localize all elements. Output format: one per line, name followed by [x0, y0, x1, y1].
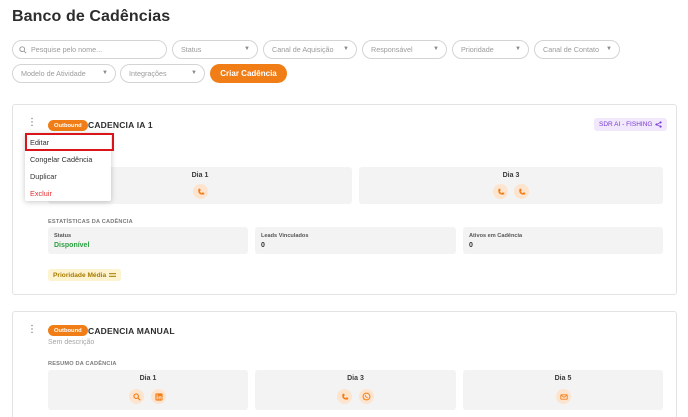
- cadence-description: Sem descrição: [48, 339, 95, 346]
- priority-equal-icon: [109, 273, 117, 277]
- phone-icon: [493, 184, 508, 199]
- integracoes-filter-label: Integrações: [129, 69, 167, 78]
- modelo-atividade-filter-label: Modelo de Atividade: [21, 69, 86, 78]
- stat-value: 0: [261, 242, 265, 249]
- day-box: Dia 3: [255, 370, 456, 410]
- prioridade-filter[interactable]: Prioridade ▼: [452, 40, 529, 59]
- outbound-badge: Outbound: [48, 120, 88, 131]
- stat-value: Disponível: [54, 242, 90, 249]
- cadence-title: CADENCIA MANUAL: [88, 326, 175, 336]
- summary-section-label: RESUMO DA CADÊNCIA: [48, 361, 117, 367]
- day-label: Dia 5: [554, 375, 572, 382]
- sdr-ai-tag-label: SDR AI - FISHING: [599, 121, 653, 128]
- stat-value: 0: [469, 242, 473, 249]
- create-cadence-button[interactable]: Criar Cadência: [210, 64, 287, 83]
- highlight-box: [25, 133, 114, 151]
- chevron-down-icon: ▼: [606, 46, 612, 52]
- kebab-menu-icon[interactable]: ⋮: [27, 118, 37, 128]
- chevron-down-icon: ▼: [343, 46, 349, 52]
- responsavel-filter-label: Responsável: [371, 45, 413, 54]
- kebab-menu-icon[interactable]: ⋮: [27, 325, 37, 335]
- whatsapp-icon: [359, 389, 374, 404]
- phone-icon: [514, 184, 529, 199]
- day-box: Dia 5: [463, 370, 663, 410]
- stat-box: Leads Vinculados 0: [255, 227, 456, 254]
- stat-box: Status Disponível: [48, 227, 248, 254]
- search-icon: [129, 389, 144, 404]
- mail-icon: [556, 389, 571, 404]
- responsavel-filter[interactable]: Responsável ▼: [362, 40, 447, 59]
- cadence-card: ⋮ Outbound CADENCIA MANUAL Sem descrição…: [12, 311, 677, 417]
- chevron-down-icon: ▼: [433, 46, 439, 52]
- day-box: Dia 3: [359, 167, 663, 204]
- stat-box: Ativos em Cadência 0: [463, 227, 663, 254]
- menu-item-delete[interactable]: Excluir: [30, 189, 52, 198]
- day-label: Dia 3: [347, 375, 364, 382]
- phone-icon: [337, 389, 352, 404]
- share-icon: [655, 121, 663, 128]
- page-title: Banco de Cadências: [12, 8, 171, 25]
- canal-contato-filter[interactable]: Canal de Contato ▼: [534, 40, 620, 59]
- stats-section-label: ESTATÍSTICAS DA CADÊNCIA: [48, 219, 133, 225]
- menu-item-duplicate[interactable]: Duplicar: [30, 172, 57, 181]
- integracoes-filter[interactable]: Integrações ▼: [120, 64, 205, 83]
- canal-aquisicao-filter[interactable]: Canal de Aquisição ▼: [263, 40, 357, 59]
- phone-icon: [193, 184, 208, 199]
- status-filter-label: Status: [181, 45, 202, 54]
- cadence-title: CADENCIA IA 1: [88, 120, 153, 130]
- chevron-down-icon: ▼: [515, 46, 521, 52]
- canal-aquisicao-filter-label: Canal de Aquisição: [272, 45, 334, 54]
- stat-key: Status: [54, 233, 72, 239]
- prioridade-filter-label: Prioridade: [461, 45, 494, 54]
- outbound-badge: Outbound: [48, 325, 88, 336]
- priority-label: Prioridade Média: [53, 271, 107, 279]
- day-label: Dia 1: [139, 375, 157, 382]
- search-input[interactable]: Pesquise pelo nome...: [12, 40, 167, 59]
- day-label: Dia 3: [502, 172, 520, 179]
- chevron-down-icon: ▼: [191, 70, 197, 76]
- linkedin-icon: [151, 389, 166, 404]
- stat-key: Leads Vinculados: [261, 233, 309, 239]
- search-icon: [19, 46, 27, 54]
- sdr-ai-tag: SDR AI - FISHING: [594, 118, 668, 131]
- modelo-atividade-filter[interactable]: Modelo de Atividade ▼: [12, 64, 116, 83]
- day-box: Dia 1: [48, 370, 248, 410]
- menu-item-freeze[interactable]: Congelar Cadência: [30, 155, 92, 164]
- stat-key: Ativos em Cadência: [469, 233, 523, 239]
- status-filter[interactable]: Status ▼: [172, 40, 258, 59]
- search-placeholder: Pesquise pelo nome...: [31, 45, 103, 54]
- chevron-down-icon: ▼: [244, 46, 250, 52]
- priority-tag: Prioridade Média: [48, 269, 122, 281]
- chevron-down-icon: ▼: [102, 70, 108, 76]
- canal-contato-filter-label: Canal de Contato: [543, 45, 599, 54]
